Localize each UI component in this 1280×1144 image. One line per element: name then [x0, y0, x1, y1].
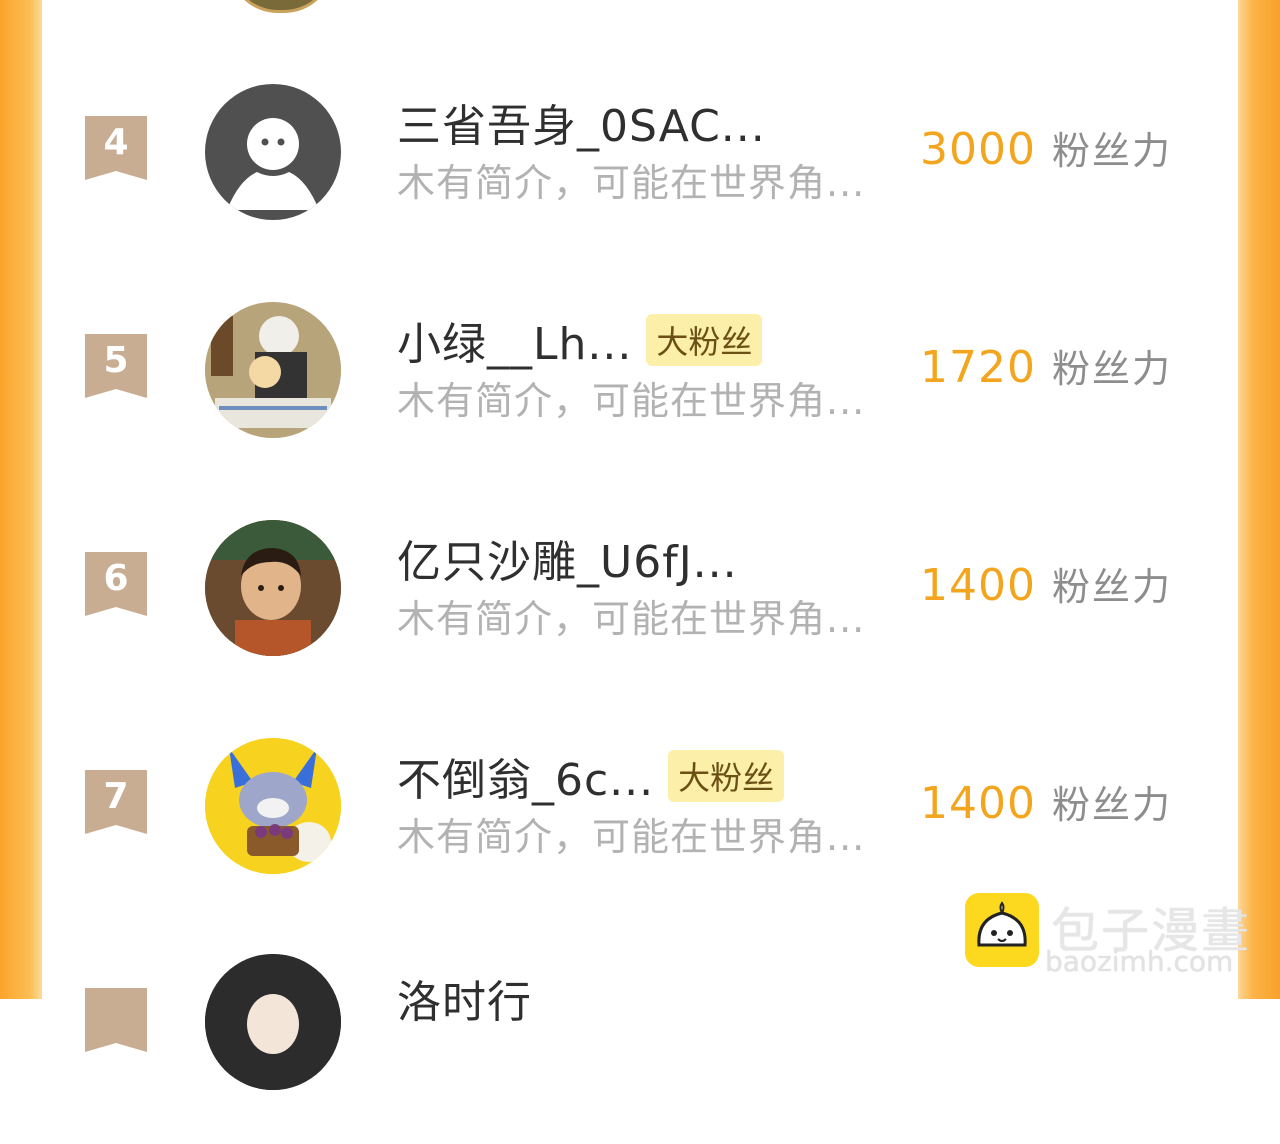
child-photo-avatar-icon	[205, 520, 341, 656]
cartoon-creature-avatar-icon	[205, 738, 341, 874]
user-name[interactable]: 洛时行	[397, 966, 532, 1030]
avatar[interactable]	[205, 302, 341, 438]
fan-power-value: 1720	[920, 342, 1036, 393]
fan-list-item[interactable]: 6 亿只沙雕_U6fJ... 木有简介，可能在世界角... 1400 粉丝力	[42, 508, 1238, 708]
user-name[interactable]: 亿只沙雕_U6fJ...	[397, 526, 738, 590]
user-bio: 木有简介，可能在世界角...	[397, 379, 866, 423]
previous-entry-avatar-partial	[228, 0, 334, 13]
name-line: 亿只沙雕_U6fJ...	[397, 526, 738, 590]
fan-power: 1400 粉丝力	[920, 774, 1172, 829]
bun-logo-icon	[965, 893, 1039, 967]
watermark-url: baozimh.com	[1045, 945, 1234, 978]
fan-power-label: 粉丝力	[1051, 347, 1172, 391]
default-avatar-icon	[227, 118, 319, 210]
name-line: 小绿__Lh... 大粉丝	[397, 308, 763, 372]
user-bio: 木有简介，可能在世界角...	[397, 161, 866, 205]
super-fan-badge: 大粉丝	[668, 750, 785, 802]
fan-list-item[interactable]: 5 小绿__Lh... 大粉丝 木有简介，可能在世界角... 1720 粉丝力	[42, 290, 1238, 490]
fan-power-label: 粉丝力	[1051, 129, 1172, 173]
super-fan-badge: 大粉丝	[646, 314, 763, 366]
fan-power: 1720 粉丝力	[920, 338, 1172, 393]
name-line: 三省吾身_0SAC...	[397, 90, 766, 154]
fan-power-value: 1400	[920, 778, 1036, 829]
anime-avatar-icon	[205, 302, 341, 438]
fan-power: 1400 粉丝力	[920, 556, 1172, 611]
fan-power-label: 粉丝力	[1051, 565, 1172, 609]
rank-badge: 5	[85, 334, 147, 398]
fan-power-label: 粉丝力	[1051, 783, 1172, 827]
user-name[interactable]: 三省吾身_0SAC...	[397, 90, 766, 154]
name-line: 洛时行	[397, 966, 532, 1030]
user-bio: 木有简介，可能在世界角...	[397, 815, 866, 859]
rank-badge: 6	[85, 552, 147, 616]
anime-girl-avatar-icon	[205, 954, 341, 1090]
user-name[interactable]: 不倒翁_6c...	[397, 744, 654, 808]
user-bio: 木有简介，可能在世界角...	[397, 597, 866, 641]
name-line: 不倒翁_6c... 大粉丝	[397, 744, 785, 808]
fan-power-value: 1400	[920, 560, 1036, 611]
rank-badge	[85, 988, 147, 1052]
avatar[interactable]	[205, 954, 341, 1090]
avatar[interactable]	[205, 738, 341, 874]
fan-power-value: 3000	[920, 124, 1036, 175]
rank-badge: 7	[85, 770, 147, 834]
left-orange-border	[0, 0, 42, 999]
rank-badge: 4	[85, 116, 147, 180]
fan-power: 3000 粉丝力	[920, 120, 1172, 175]
user-name[interactable]: 小绿__Lh...	[397, 308, 632, 372]
avatar[interactable]	[205, 84, 341, 220]
avatar[interactable]	[205, 520, 341, 656]
right-orange-border	[1238, 0, 1280, 999]
fan-list-item[interactable]: 4 三省吾身_0SAC... 木有简介，可能在世界角... 3000 粉丝力	[42, 72, 1238, 272]
